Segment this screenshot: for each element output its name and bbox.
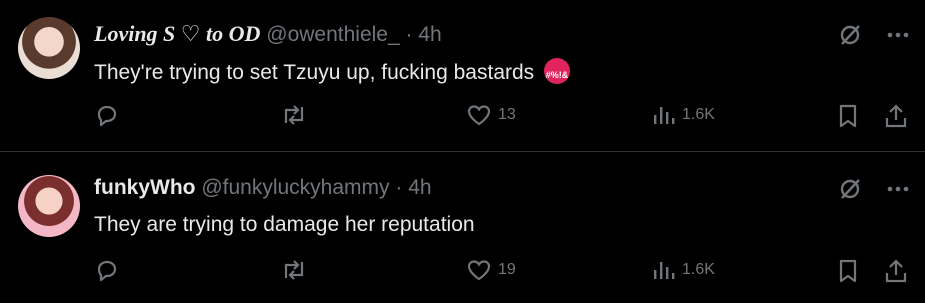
like-button[interactable]: 19 xyxy=(466,258,516,282)
grok-icon[interactable] xyxy=(837,22,863,48)
share-button[interactable] xyxy=(884,103,908,129)
share-icon xyxy=(885,104,907,128)
tweet-header: funkyWho @funkyluckyhammy · 4h xyxy=(94,176,432,200)
views-icon xyxy=(654,107,675,124)
bookmark-button[interactable] xyxy=(837,103,859,129)
tweet-top-icons xyxy=(837,22,909,48)
tweet-text: They are trying to damage her reputation xyxy=(94,213,475,237)
tweet-text: They're trying to set Tzuyu up, fucking … xyxy=(94,58,571,85)
view-count: 1.6K xyxy=(682,261,715,278)
display-name[interactable]: Loving S ♡ to OD xyxy=(94,21,260,46)
view-count: 1.6K xyxy=(682,106,715,123)
action-bar: 19 1.6K xyxy=(0,258,925,288)
share-icon xyxy=(885,259,907,283)
repost-button[interactable] xyxy=(280,258,308,282)
reply-icon xyxy=(97,260,117,282)
views-button[interactable]: 1.6K xyxy=(652,258,715,282)
tweet[interactable]: funkyWho @funkyluckyhammy · 4h They are … xyxy=(0,152,925,303)
reply-button[interactable] xyxy=(94,103,120,127)
reply-icon xyxy=(97,105,117,127)
bookmark-icon xyxy=(839,259,857,283)
separator-dot: · xyxy=(405,23,413,46)
like-count: 13 xyxy=(498,106,516,123)
tweet-text-content: They're trying to set Tzuyu up, fucking … xyxy=(94,61,535,84)
angry-face-icon: #%!& xyxy=(544,58,571,84)
handle[interactable]: @funkyluckyhammy xyxy=(201,176,389,199)
tweet-text-content: They are trying to damage her reputation xyxy=(94,213,475,236)
action-bar: 13 1.6K xyxy=(0,103,925,133)
bookmark-button[interactable] xyxy=(837,258,859,284)
repost-button[interactable] xyxy=(280,103,308,127)
bookmark-icon xyxy=(839,104,857,128)
avatar[interactable] xyxy=(18,175,80,237)
heart-icon xyxy=(467,260,491,281)
repost-icon xyxy=(284,105,304,125)
timestamp[interactable]: 4h xyxy=(418,23,441,46)
tweet-header: Loving S ♡ to OD @owenthiele_ · 4h xyxy=(94,21,442,47)
views-icon xyxy=(654,262,675,279)
display-name[interactable]: funkyWho xyxy=(94,176,195,199)
more-icon[interactable] xyxy=(887,186,909,192)
more-icon[interactable] xyxy=(887,32,909,38)
handle[interactable]: @owenthiele_ xyxy=(266,23,399,46)
grok-icon[interactable] xyxy=(837,176,863,202)
tweet-top-icons xyxy=(837,176,909,202)
timestamp[interactable]: 4h xyxy=(408,176,431,199)
separator-dot: · xyxy=(395,176,403,199)
repost-icon xyxy=(284,260,304,280)
share-button[interactable] xyxy=(884,258,908,284)
like-count: 19 xyxy=(498,261,516,278)
heart-icon xyxy=(467,105,491,126)
like-button[interactable]: 13 xyxy=(466,103,516,127)
views-button[interactable]: 1.6K xyxy=(652,103,715,127)
tweet[interactable]: Loving S ♡ to OD @owenthiele_ · 4h They'… xyxy=(0,0,925,151)
avatar[interactable] xyxy=(18,17,80,79)
reply-button[interactable] xyxy=(94,258,120,282)
